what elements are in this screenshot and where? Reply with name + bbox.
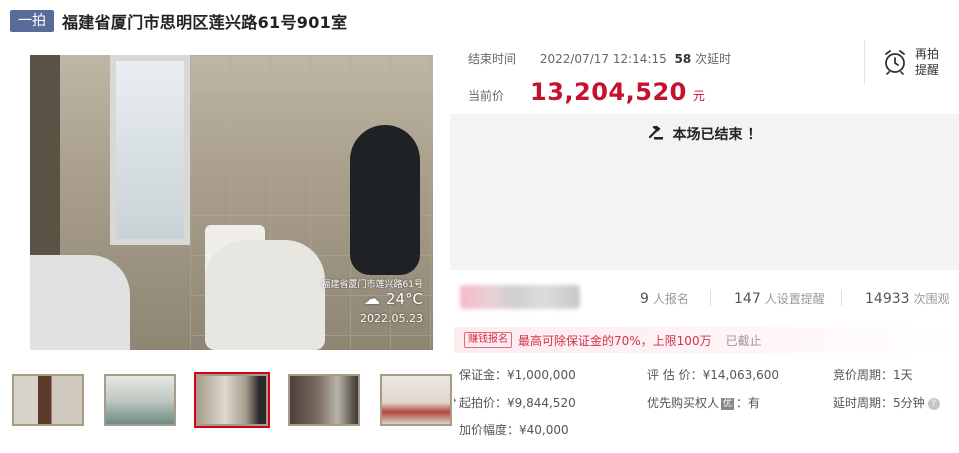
deposit-info: 保证金：¥1,000,000 xyxy=(459,368,576,382)
thumbnail[interactable] xyxy=(286,372,362,428)
priority-buyer-label: 优先购买权人 xyxy=(647,396,720,410)
view-count: 14933 xyxy=(865,291,910,307)
delay-period-text: 延时周期：5分钟 xyxy=(833,396,925,410)
auction-status-box: 本场已结束 ！ xyxy=(450,114,959,270)
end-time-label: 结束时间 xyxy=(468,52,517,66)
photo-toilet-shape xyxy=(205,240,325,350)
reminder-stat: 147 人设置提醒 xyxy=(734,290,825,307)
view-label: 次围观 xyxy=(913,292,950,306)
page-title: 福建省厦门市思明区莲兴路61号901室 xyxy=(62,13,348,32)
priority-buyer-value: ：有 xyxy=(736,396,761,410)
photo-sink-shape xyxy=(30,255,130,350)
current-price-row: 当前价 13,204,520 元 xyxy=(468,78,705,106)
promo-tag: 赚钱报名 xyxy=(464,332,512,348)
cloud-icon: ☁ xyxy=(363,289,380,308)
increment-info: 加价幅度：¥40,000 xyxy=(459,423,569,437)
photo-temperature: 24°C xyxy=(385,289,423,308)
delay-label: 次延时 xyxy=(695,52,732,66)
delay-count: 58 xyxy=(674,52,692,66)
auction-ended-text: 本场已结束 ！ xyxy=(672,127,762,143)
promo-banner[interactable]: 赚钱报名 最高可除保证金的70%，上限100万 已截止 xyxy=(454,327,959,353)
rebid-reminder-button[interactable]: 再拍 提醒 xyxy=(864,40,959,84)
start-price-info: 起拍价：¥9,844,520 xyxy=(459,396,576,410)
currency-unit: 元 xyxy=(692,89,705,103)
auction-type-badge: 一拍 xyxy=(10,10,54,32)
end-time-row: 结束时间 2022/07/17 12:14:15 58 次延时 xyxy=(468,50,731,67)
thumbnail-active[interactable] xyxy=(194,372,270,428)
reminder-count: 147 xyxy=(734,291,761,307)
thumbnail[interactable] xyxy=(102,372,178,428)
gavel-icon xyxy=(648,124,663,140)
reminder-stat-label: 人设置提醒 xyxy=(764,292,825,306)
end-time-value: 2022/07/17 12:14:15 xyxy=(539,52,667,66)
main-photo-viewer[interactable]: 福建省厦门市莲兴路61号 ☁ 24°C 2022.05.23 xyxy=(10,55,456,402)
priority-buyer-info: 优先购买权人优：有 xyxy=(647,394,760,411)
thumbnail[interactable] xyxy=(378,372,454,428)
stat-divider xyxy=(710,290,711,306)
delay-period-info: 延时周期：5分钟? xyxy=(833,394,940,411)
reminder-label-line1: 再拍 xyxy=(915,47,940,61)
signup-stat: 9 人报名 xyxy=(640,290,689,307)
signup-count: 9 xyxy=(640,291,649,307)
main-photo[interactable]: 福建省厦门市莲兴路61号 ☁ 24°C 2022.05.23 xyxy=(30,55,433,350)
thumbnail-strip xyxy=(10,372,454,428)
help-icon[interactable]: ? xyxy=(927,397,940,410)
current-price: 13,204,520 xyxy=(530,78,687,106)
photo-window-shape xyxy=(110,55,190,245)
appraisal-info: 评 估 价：¥14,063,600 xyxy=(647,368,779,382)
photo-date: 2022.05.23 xyxy=(360,312,423,325)
auction-ended-message: 本场已结束 ！ xyxy=(450,124,959,144)
thumbnail[interactable] xyxy=(10,372,86,428)
promo-status: 已截止 xyxy=(725,333,762,348)
stat-divider xyxy=(841,290,842,306)
reminder-label-line2: 提醒 xyxy=(915,63,940,77)
promo-text: 最高可除保证金的70%，上限100万 xyxy=(518,333,712,348)
photo-bag-shape xyxy=(350,125,420,275)
alarm-clock-icon xyxy=(885,50,905,75)
view-stat: 14933 次围观 xyxy=(865,290,950,307)
priority-badge: 优 xyxy=(721,397,735,410)
stats-row: 9 人报名 147 人设置提醒 14933 次围观 xyxy=(450,278,959,318)
blurred-bidder-avatars xyxy=(460,285,580,309)
signup-label: 人报名 xyxy=(652,292,689,306)
bid-period-info: 竞价周期：1天 xyxy=(833,368,913,382)
current-price-label: 当前价 xyxy=(468,89,505,103)
title-bar: 一拍 福建省厦门市思明区莲兴路61号901室 xyxy=(10,9,347,33)
photo-weather: ☁ 24°C xyxy=(364,289,423,308)
